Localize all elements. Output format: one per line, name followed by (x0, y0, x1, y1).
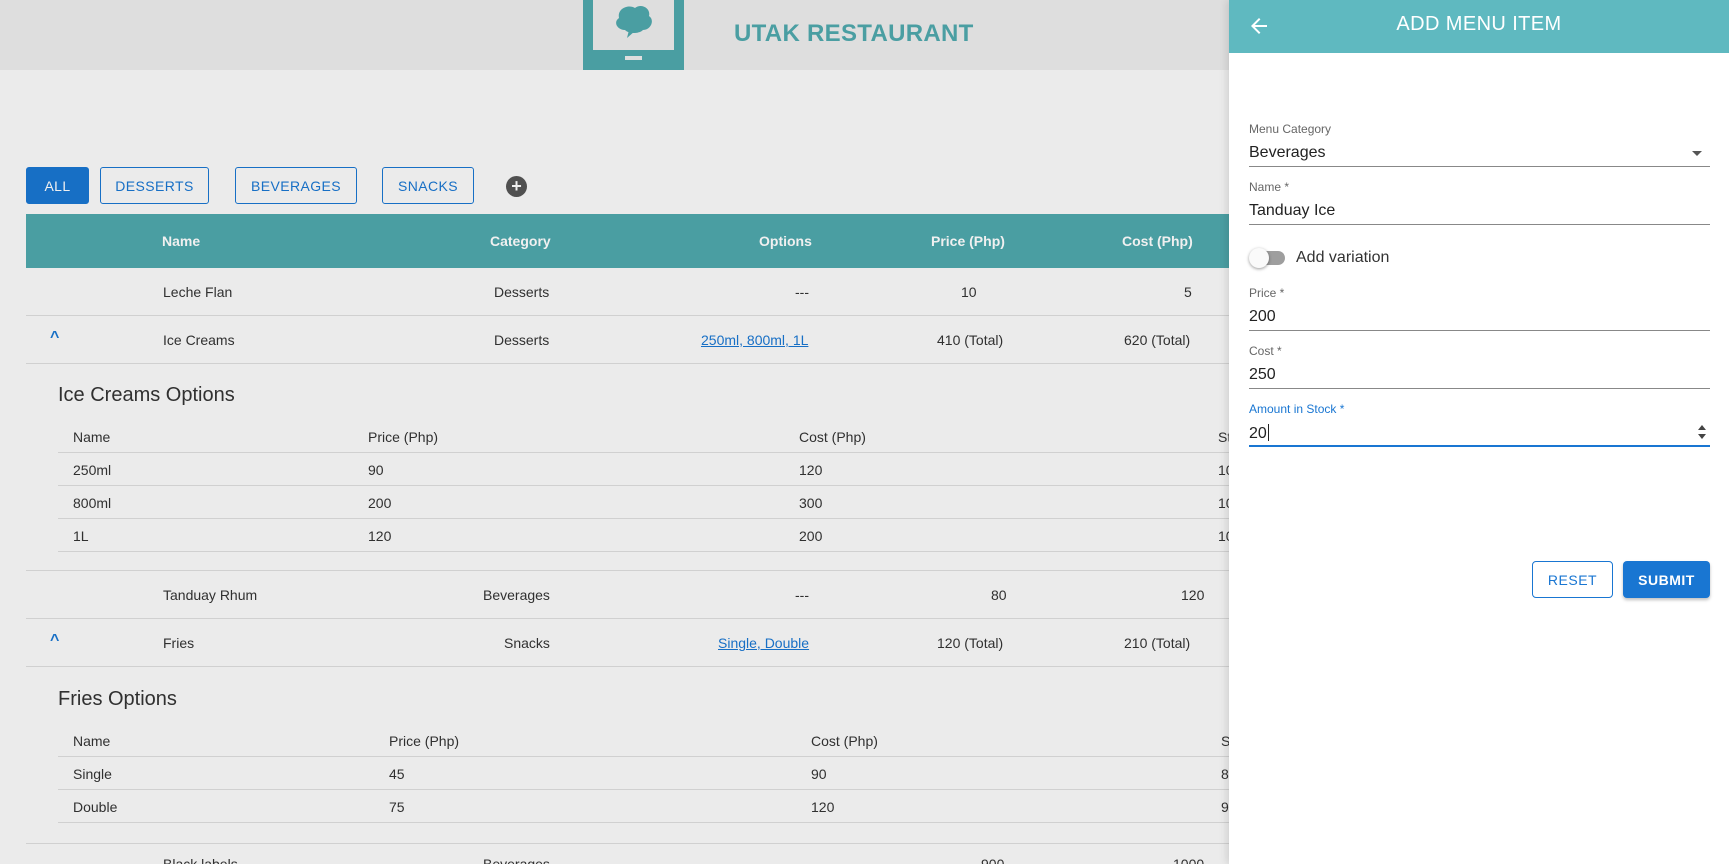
drawer-title: ADD MENU ITEM (1396, 13, 1562, 35)
menu-category-label: Menu Category (1249, 122, 1332, 136)
price-input[interactable]: 200 (1249, 302, 1710, 331)
cost-field[interactable]: Cost * 250 (1249, 344, 1710, 389)
menu-category-selected: Beverages (1249, 144, 1326, 161)
text-cursor (1267, 424, 1269, 441)
toggle-thumb[interactable] (1249, 248, 1269, 268)
dropdown-arrow-icon[interactable] (1692, 151, 1702, 156)
drawer-header: ADD MENU ITEM (1229, 0, 1729, 53)
amount-in-stock-field[interactable]: Amount in Stock * 20 (1249, 402, 1710, 447)
reset-button[interactable]: RESET (1532, 561, 1613, 598)
number-spinner-icon[interactable] (1696, 422, 1708, 442)
amount-in-stock-input[interactable]: 20 (1249, 418, 1710, 447)
name-input[interactable]: Tanduay Ice (1249, 196, 1710, 225)
add-menu-item-drawer: ADD MENU ITEM Menu Category Beverages Na… (1229, 0, 1729, 864)
add-variation-toggle[interactable]: Add variation (1249, 248, 1549, 268)
cost-label: Cost * (1249, 344, 1282, 358)
amount-in-stock-value: 20 (1249, 425, 1267, 442)
menu-category-value[interactable]: Beverages (1249, 138, 1710, 167)
amount-in-stock-label: Amount in Stock * (1249, 402, 1345, 416)
price-label: Price * (1249, 286, 1285, 300)
menu-category-select[interactable]: Menu Category Beverages (1249, 122, 1710, 167)
name-field[interactable]: Name * Tanduay Ice (1249, 180, 1710, 225)
submit-button[interactable]: SUBMIT (1623, 561, 1710, 598)
name-label: Name * (1249, 180, 1290, 194)
price-field[interactable]: Price * 200 (1249, 286, 1710, 331)
cost-input[interactable]: 250 (1249, 360, 1710, 389)
add-variation-label: Add variation (1296, 249, 1390, 266)
